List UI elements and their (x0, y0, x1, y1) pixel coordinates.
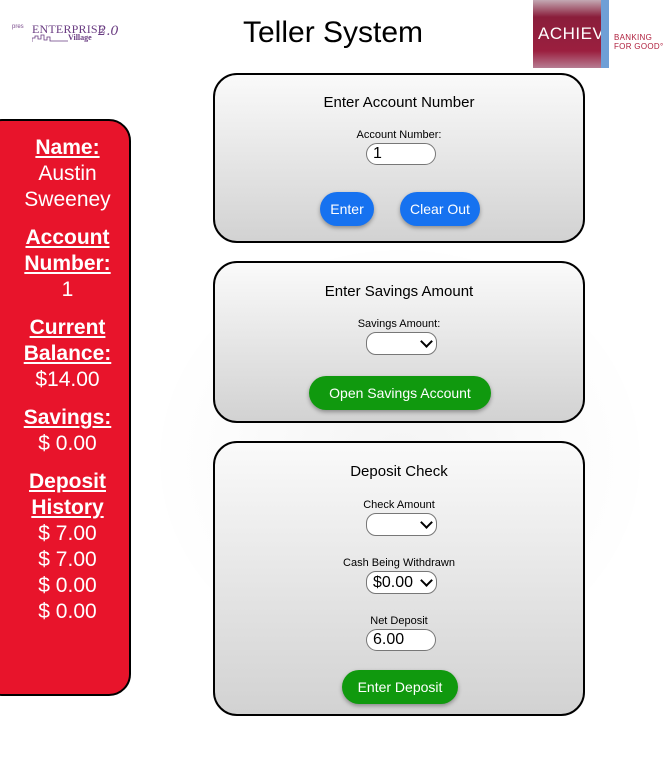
deposit-history-item: $ 0.00 (38, 600, 97, 623)
current-balance-label: Current Balance: (23, 316, 112, 365)
enter-button[interactable]: Enter (320, 192, 374, 226)
account-number-value: 1 (61, 278, 74, 301)
skyline-icon (32, 34, 68, 42)
open-savings-account-button[interactable]: Open Savings Account (309, 376, 491, 410)
card-title: Enter Account Number (323, 94, 475, 111)
achieva-tagline: BANKING FOR GOOD° (614, 33, 664, 51)
savings-label: Savings: (23, 406, 112, 429)
account-number-label: Account Number: (24, 226, 111, 275)
clear-out-button[interactable]: Clear Out (400, 192, 480, 226)
account-number-field-label: Account Number: (356, 129, 442, 141)
page-title: Teller System (243, 16, 424, 49)
deposit-history-item: $ 7.00 (38, 522, 97, 545)
enterprise-village-logo: pres ENTERPRISE Village 2.0 (12, 22, 119, 42)
achieva-logo: ACHIEVA BANKING FOR GOOD° (533, 0, 666, 68)
chevron-down-icon (420, 574, 433, 587)
savings-amount-field-label: Savings Amount: (357, 318, 441, 330)
deposit-history-item: $ 7.00 (38, 548, 97, 571)
enter-deposit-button[interactable]: Enter Deposit (342, 670, 458, 704)
check-amount-select[interactable] (366, 513, 437, 536)
cash-withdrawn-label: Cash Being Withdrawn (343, 557, 455, 569)
savings-value: $ 0.00 (38, 432, 97, 455)
deposit-history-label: Deposit History (28, 470, 106, 519)
chevron-down-icon (420, 335, 433, 348)
savings-amount-select[interactable] (366, 332, 437, 355)
net-deposit-label: Net Deposit (370, 615, 428, 627)
name-label: Name: (35, 136, 100, 159)
customer-name: Austin Sweeney (24, 162, 111, 211)
chevron-down-icon (420, 516, 433, 529)
card-title: Enter Savings Amount (324, 283, 474, 300)
account-number-card: Enter Account Number Account Number: 1 E… (213, 73, 585, 243)
cash-withdrawn-select[interactable]: $0.00 (366, 571, 437, 594)
card-title: Deposit Check (350, 463, 448, 480)
check-amount-label: Check Amount (363, 499, 435, 511)
customer-info-panel: Name: Austin Sweeney Account Number: 1 C… (0, 119, 131, 696)
net-deposit-input[interactable]: 6.00 (366, 629, 436, 651)
savings-amount-card: Enter Savings Amount Savings Amount: Ope… (213, 261, 585, 423)
current-balance-value: $14.00 (35, 368, 100, 391)
deposit-history-item: $ 0.00 (38, 574, 97, 597)
deposit-check-card: Deposit Check Check Amount Cash Being Wi… (213, 441, 585, 716)
account-number-input[interactable]: 1 (366, 143, 436, 165)
